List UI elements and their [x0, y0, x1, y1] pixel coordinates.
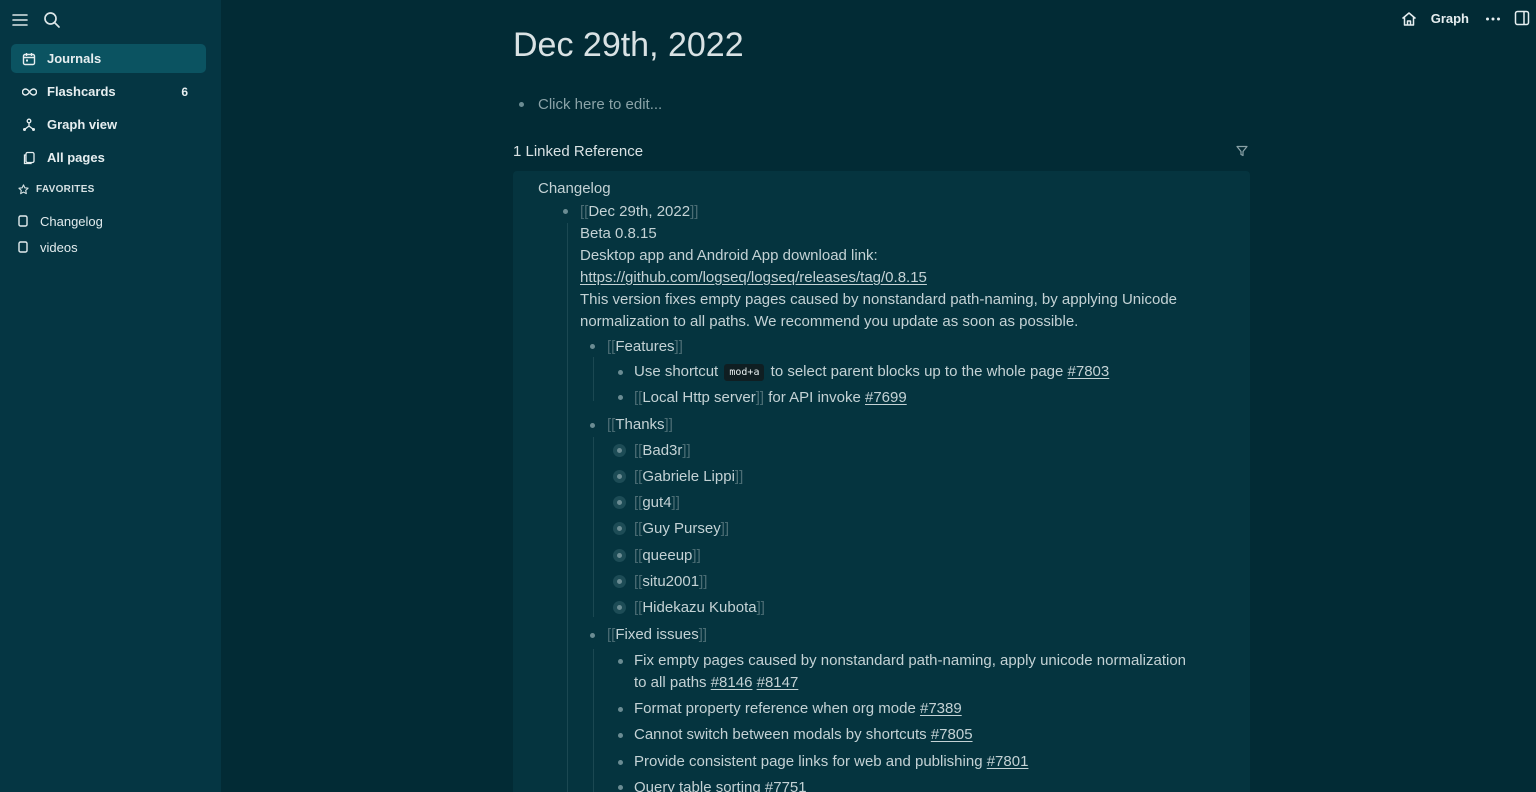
- block-bullet[interactable]: [590, 633, 595, 638]
- edit-placeholder: Click here to edit...: [538, 96, 663, 113]
- issue-tag[interactable]: #8146: [711, 674, 753, 691]
- block-bullet[interactable]: [618, 733, 623, 738]
- sidebar-top-icons: [10, 10, 62, 30]
- block-bullet[interactable]: [618, 707, 623, 712]
- block-bullet[interactable]: [590, 423, 595, 428]
- search-icon[interactable]: [42, 10, 62, 30]
- block-bullet[interactable]: [618, 370, 623, 375]
- collapsed-bullet[interactable]: [613, 444, 626, 457]
- thanks-item[interactable]: [[gut4]]: [634, 494, 680, 511]
- graph-icon: [21, 117, 37, 133]
- thanks-item[interactable]: [[Hidekazu Kubota]]: [634, 599, 765, 616]
- flashcards-count-badge: 6: [181, 84, 188, 99]
- graph-button[interactable]: Graph: [1431, 11, 1469, 26]
- favorites-header[interactable]: FAVORITES: [18, 183, 95, 195]
- indent-guide: [593, 357, 594, 401]
- sidebar-nav: Journals Flashcards 6 Graph view All pag…: [11, 44, 206, 176]
- pages-icon: [21, 150, 37, 166]
- thanks-item[interactable]: [[Guy Pursey]]: [634, 520, 729, 537]
- collapsed-bullet[interactable]: [613, 496, 626, 509]
- linked-references-label: 1 Linked Reference: [513, 143, 644, 160]
- indent-guide: [567, 223, 568, 792]
- block-bullet[interactable]: [618, 760, 623, 765]
- sidebar-item-label: Flashcards: [47, 84, 116, 99]
- sidebar-item-label: All pages: [47, 150, 105, 165]
- fix-item-continued: to all paths #8146 #8147: [634, 674, 799, 691]
- collapsed-bullet[interactable]: [613, 549, 626, 562]
- page-title[interactable]: Dec 29th, 2022: [513, 26, 744, 65]
- page-icon: [18, 214, 30, 228]
- block-bullet[interactable]: [618, 785, 623, 790]
- feature-item: [[Local Http server]] for API invoke #76…: [634, 389, 907, 406]
- thanks-item[interactable]: [[queeup]]: [634, 547, 701, 564]
- date-page-ref[interactable]: [[Dec 29th, 2022]]: [580, 203, 698, 220]
- sidebar-item-all-pages[interactable]: All pages: [11, 143, 206, 172]
- infinity-icon: [21, 84, 37, 100]
- calendar-icon: [21, 51, 37, 67]
- collapsed-bullet[interactable]: [613, 601, 626, 614]
- block-text-line: Desktop app and Android App download lin…: [580, 247, 878, 264]
- issue-tag[interactable]: #7801: [987, 753, 1029, 770]
- block-bullet[interactable]: [563, 209, 568, 214]
- linked-references-header[interactable]: 1 Linked Reference: [513, 143, 1250, 160]
- reference-page-title[interactable]: Changelog: [538, 180, 611, 197]
- block-bullet[interactable]: [519, 102, 524, 107]
- sidebar-item-graph-view[interactable]: Graph view: [11, 110, 206, 139]
- indent-guide: [593, 649, 594, 792]
- sidebar-item-label: Journals: [47, 51, 102, 66]
- issue-tag[interactable]: #8147: [757, 674, 799, 691]
- block-text-line: Beta 0.8.15: [580, 225, 657, 242]
- issue-tag[interactable]: #7699: [865, 389, 907, 406]
- favorite-item-changelog[interactable]: Changelog: [18, 208, 103, 234]
- collapsed-bullet[interactable]: [613, 470, 626, 483]
- block-bullet[interactable]: [618, 395, 623, 400]
- shortcut-kbd: mod+a: [724, 364, 765, 381]
- fix-item: Query table sorting #7751: [634, 779, 807, 792]
- release-link[interactable]: https://github.com/logseq/logseq/release…: [580, 269, 927, 286]
- sidebar-item-label: Graph view: [47, 117, 118, 132]
- thanks-item[interactable]: [[Gabriele Lippi]]: [634, 468, 743, 485]
- local-http-server-link[interactable]: Local Http server: [642, 389, 755, 406]
- features-page-ref[interactable]: [[Features]]: [607, 338, 683, 355]
- right-sidebar-toggle-icon[interactable]: [1514, 10, 1530, 31]
- favorites-list: Changelog videos: [18, 208, 103, 260]
- issue-tag[interactable]: #7805: [931, 726, 973, 743]
- sidebar-item-journals[interactable]: Journals: [11, 44, 206, 73]
- issue-tag[interactable]: #7803: [1068, 363, 1110, 380]
- menu-icon[interactable]: [10, 10, 30, 30]
- favorite-item-videos[interactable]: videos: [18, 234, 103, 260]
- block-text-line: normalization to all paths. We recommend…: [580, 313, 1079, 330]
- indent-guide: [593, 437, 594, 617]
- more-icon[interactable]: [1485, 12, 1501, 31]
- thanks-item[interactable]: [[situ2001]]: [634, 573, 707, 590]
- collapsed-bullet[interactable]: [613, 522, 626, 535]
- sidebar-item-flashcards[interactable]: Flashcards 6: [11, 77, 206, 106]
- fix-item: Cannot switch between modals by shortcut…: [634, 726, 973, 743]
- issue-tag[interactable]: #7389: [920, 700, 962, 717]
- block-bullet[interactable]: [618, 659, 623, 664]
- linked-reference-panel: Changelog [[Dec 29th, 2022]] Beta 0.8.15…: [513, 171, 1250, 792]
- block-text-line: This version fixes empty pages caused by…: [580, 291, 1178, 308]
- empty-block[interactable]: Click here to edit...: [519, 96, 662, 113]
- filter-icon[interactable]: [1236, 144, 1248, 161]
- star-icon: [18, 183, 30, 195]
- page-icon: [18, 240, 30, 254]
- fixed-issues-page-ref[interactable]: [[Fixed issues]]: [607, 626, 707, 643]
- issue-tag[interactable]: #7751: [765, 779, 807, 792]
- fix-item: Provide consistent page links for web an…: [634, 753, 1029, 770]
- fix-item: Fix empty pages caused by nonstandard pa…: [634, 652, 1186, 669]
- home-icon[interactable]: [1400, 10, 1418, 33]
- left-sidebar: Journals Flashcards 6 Graph view All pag…: [0, 0, 221, 792]
- thanks-page-ref[interactable]: [[Thanks]]: [607, 416, 673, 433]
- thanks-item[interactable]: [[Bad3r]]: [634, 442, 691, 459]
- block-bullet[interactable]: [590, 344, 595, 349]
- fix-item: Format property reference when org mode …: [634, 700, 962, 717]
- feature-item: Use shortcut mod+a to select parent bloc…: [634, 363, 1110, 381]
- collapsed-bullet[interactable]: [613, 575, 626, 588]
